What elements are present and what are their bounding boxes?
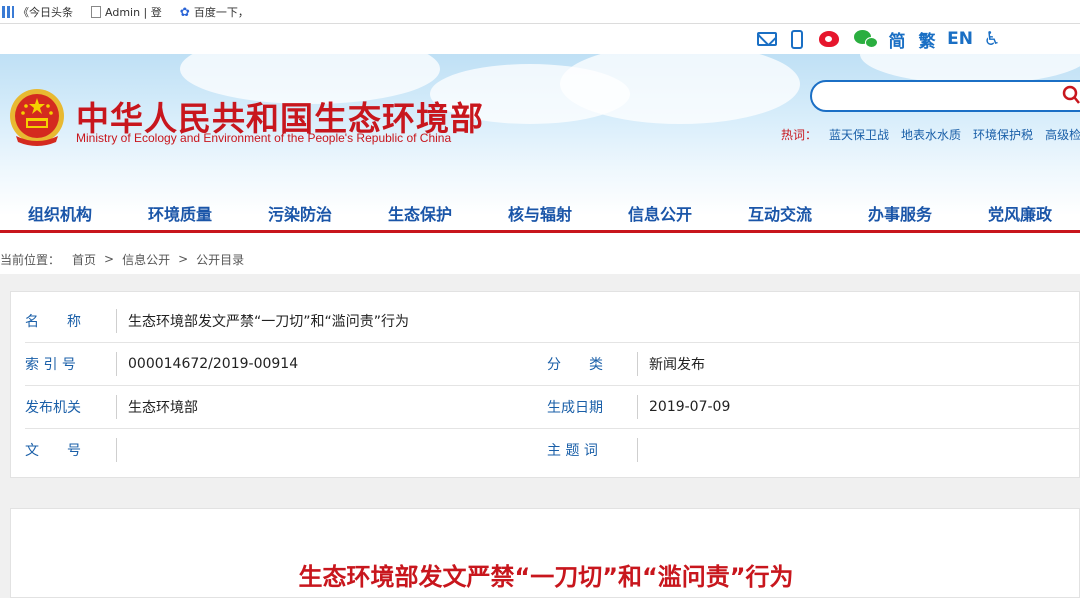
- national-emblem-icon: [10, 89, 64, 146]
- mail-icon[interactable]: [756, 28, 778, 50]
- english-link[interactable]: EN: [946, 28, 974, 50]
- issuer-value: 生态环境部: [128, 400, 198, 416]
- info-row-docno: 文 号 主 题 词: [25, 429, 1080, 471]
- article-title: 生态环境部发文严禁“一刀切”和“滥问责”行为: [298, 563, 794, 591]
- search-icon[interactable]: [1062, 85, 1080, 105]
- nav-item-environment-quality[interactable]: 环境质量: [120, 200, 240, 230]
- divider: [116, 352, 117, 376]
- site-header: 中华人民共和国生态环境部 Ministry of Ecology and Env…: [0, 54, 1080, 244]
- nav-item-ecological-protection[interactable]: 生态保护: [360, 200, 480, 230]
- index-value: 000014672/2019-00914: [128, 356, 299, 372]
- divider: [637, 395, 638, 419]
- breadcrumb-info-disclosure[interactable]: 信息公开: [122, 251, 170, 268]
- nav-item-information-disclosure[interactable]: 信息公开: [600, 200, 720, 230]
- info-row-name: 名 称 生态环境部发文严禁“一刀切”和“滥问责”行为: [25, 300, 1080, 343]
- bars-icon: [2, 5, 14, 18]
- weibo-icon[interactable]: [816, 28, 842, 50]
- nav-item-organization[interactable]: 组织机构: [0, 200, 120, 230]
- nav-divider: [0, 230, 1080, 233]
- nav-item-integrity[interactable]: 党风廉政: [960, 200, 1080, 230]
- date-value: 2019-07-09: [649, 399, 731, 415]
- breadcrumb: 当前位置： 首页 > 信息公开 > 公开目录: [0, 244, 1080, 274]
- wechat-icon[interactable]: [852, 28, 880, 50]
- nav-item-pollution-control[interactable]: 污染防治: [240, 200, 360, 230]
- main-nav: 组织机构 环境质量 污染防治 生态保护 核与辐射 信息公开 互动交流 办事服务 …: [0, 200, 1080, 230]
- bookmark-label: Admin | 登: [105, 5, 162, 19]
- simplified-chinese-link[interactable]: 简: [886, 28, 908, 52]
- nav-item-services[interactable]: 办事服务: [840, 200, 960, 230]
- breadcrumb-separator: >: [104, 252, 115, 266]
- hot-word-link[interactable]: 地表水水质: [901, 126, 961, 143]
- bookmark-admin[interactable]: Admin | 登: [91, 4, 162, 20]
- utility-bar: 简 繁 EN ♿: [0, 24, 1080, 54]
- divider: [116, 438, 117, 462]
- page-icon: [91, 5, 101, 18]
- category-value: 新闻发布: [649, 357, 705, 373]
- bookmark-label: 百度一下，: [193, 5, 249, 19]
- divider: [637, 438, 638, 462]
- accessibility-icon[interactable]: ♿: [982, 28, 1002, 50]
- bookmarks-bar: 《今日头条 Admin | 登 ✿ 百度一下，: [0, 0, 1080, 24]
- breadcrumb-separator: >: [178, 252, 189, 266]
- bookmark-label: 《今日头条: [18, 5, 73, 19]
- hot-word-link[interactable]: 高级检: [1045, 126, 1080, 143]
- paw-icon: ✿: [179, 4, 190, 19]
- traditional-chinese-link[interactable]: 繁: [916, 28, 938, 52]
- breadcrumb-prefix: 当前位置：: [0, 252, 61, 267]
- name-value: 生态环境部发文严禁“一刀切”和“滥问责”行为: [128, 314, 410, 330]
- site-subtitle: Ministry of Ecology and Environment of t…: [76, 131, 452, 145]
- category-label: 分 类: [547, 357, 603, 373]
- index-label: 索 引 号: [25, 357, 76, 373]
- hot-words-label: 热词：: [781, 128, 818, 142]
- breadcrumb-home[interactable]: 首页: [72, 251, 96, 268]
- date-label: 生成日期: [547, 400, 603, 416]
- document-info-card: 名 称 生态环境部发文严禁“一刀切”和“滥问责”行为 索 引 号 0000146…: [10, 291, 1080, 478]
- keywords-label: 主 题 词: [547, 443, 598, 459]
- nav-item-nuclear-radiation[interactable]: 核与辐射: [480, 200, 600, 230]
- divider: [116, 395, 117, 419]
- nav-item-interaction[interactable]: 互动交流: [720, 200, 840, 230]
- divider: [116, 309, 117, 333]
- hot-word-link[interactable]: 蓝天保卫战: [829, 126, 889, 143]
- mobile-icon[interactable]: [790, 28, 804, 50]
- hot-word-link[interactable]: 环境保护税: [973, 126, 1033, 143]
- issuer-label: 发布机关: [25, 400, 81, 416]
- bookmark-toutiao[interactable]: 《今日头条: [2, 4, 73, 20]
- hot-words: 热词： 蓝天保卫战 地表水水质 环境保护税 高级检: [781, 126, 1080, 143]
- article-panel: 生态环境部发文严禁“一刀切”和“滥问责”行为: [10, 508, 1080, 598]
- breadcrumb-catalog[interactable]: 公开目录: [196, 251, 244, 268]
- name-label: 名 称: [25, 314, 81, 330]
- info-row-issuer: 发布机关 生态环境部 生成日期 2019-07-09: [25, 386, 1080, 429]
- divider: [637, 352, 638, 376]
- search-input[interactable]: [810, 80, 1080, 112]
- bookmark-baidu[interactable]: ✿ 百度一下，: [180, 4, 249, 20]
- info-row-index: 索 引 号 000014672/2019-00914 分 类 新闻发布: [25, 343, 1080, 386]
- docno-label: 文 号: [25, 443, 81, 459]
